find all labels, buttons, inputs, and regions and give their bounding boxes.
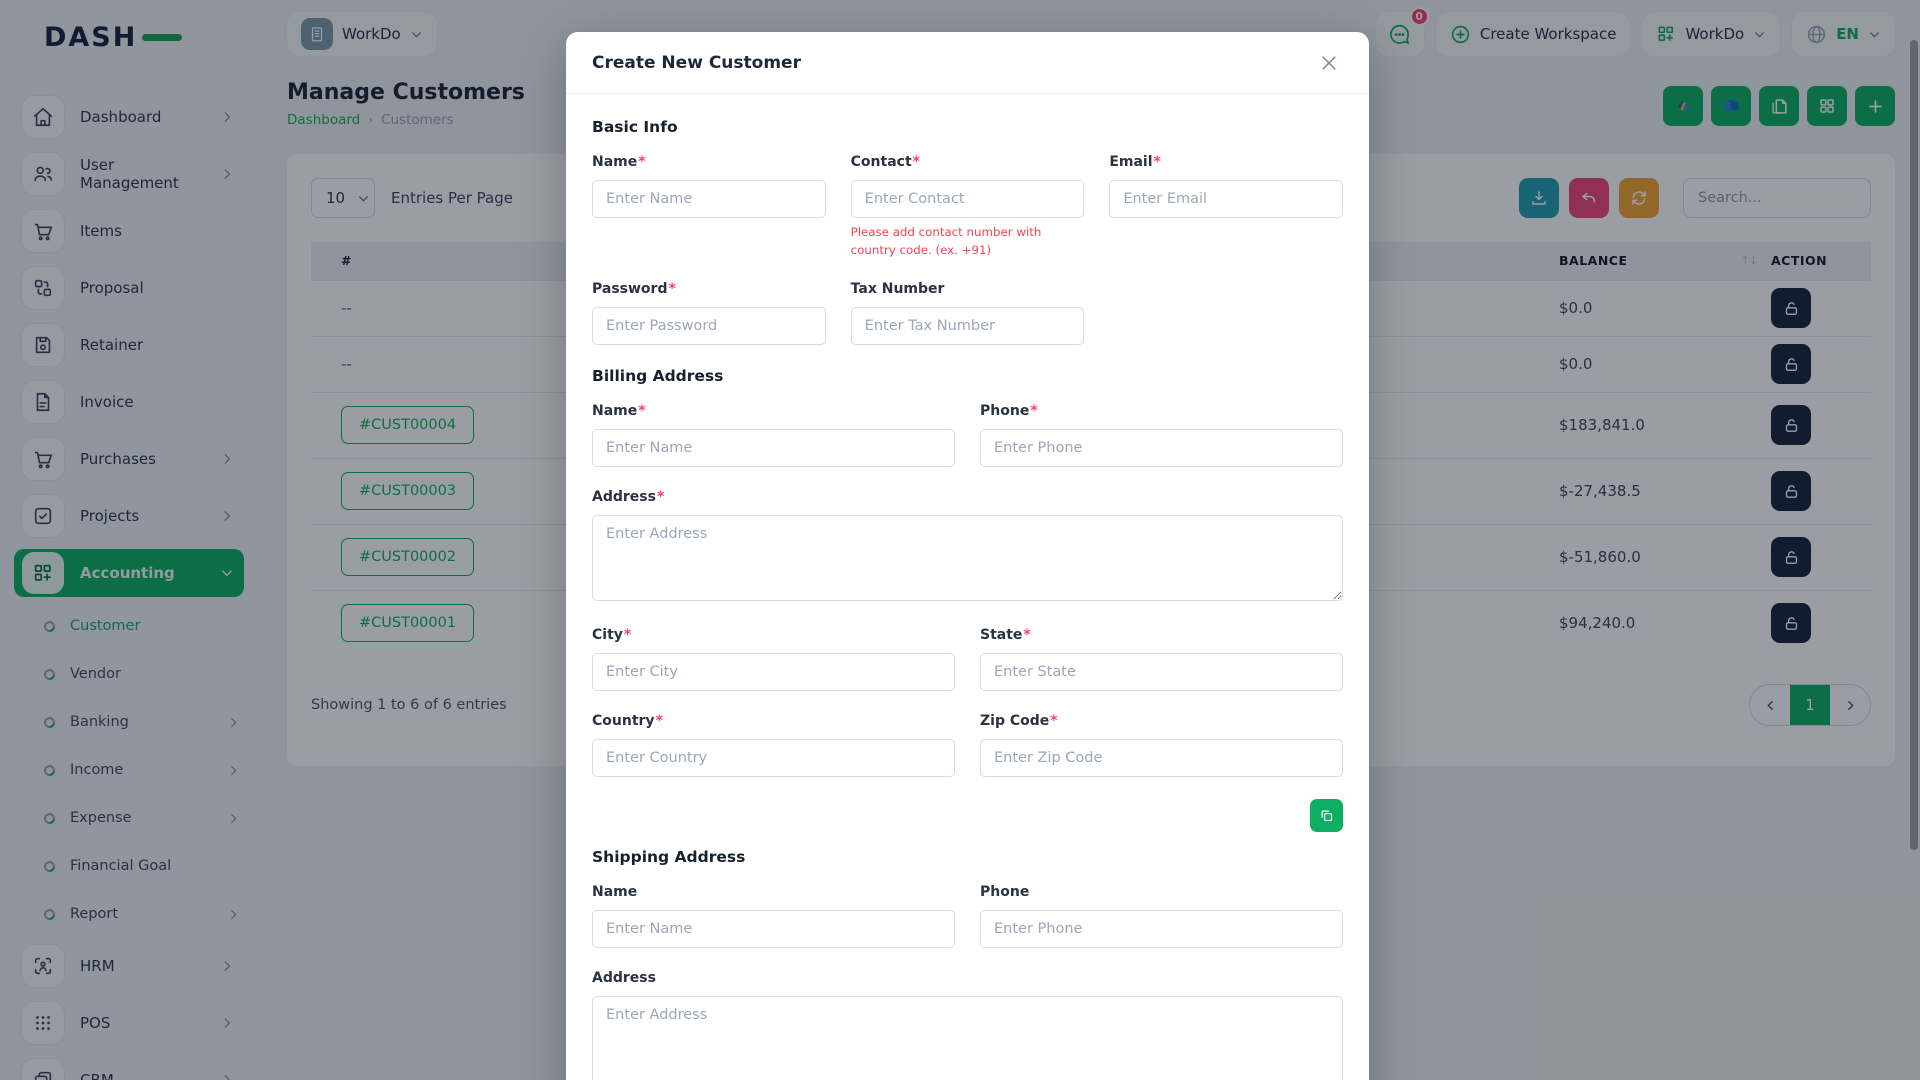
billing-name-input[interactable] xyxy=(592,429,955,467)
modal-header: Create New Customer xyxy=(566,32,1369,94)
contact-hint: Please add contact number with country c… xyxy=(851,224,1085,259)
field-tax-number: Tax Number xyxy=(851,281,1085,345)
billing-address-textarea[interactable] xyxy=(592,515,1343,601)
required-mark: * xyxy=(913,154,920,170)
tax-number-input[interactable] xyxy=(851,307,1085,345)
create-customer-modal: Create New Customer Basic Info Name* Con… xyxy=(566,32,1369,1080)
field-billing-state: State* xyxy=(980,627,1343,691)
required-mark: * xyxy=(657,489,664,505)
close-button[interactable] xyxy=(1315,49,1343,77)
field-shipping-phone: Phone xyxy=(980,884,1343,948)
field-contact: Contact* Please add contact number with … xyxy=(851,154,1085,259)
required-mark: * xyxy=(1154,154,1161,170)
name-input[interactable] xyxy=(592,180,826,218)
section-shipping-address: Shipping Address xyxy=(592,848,1343,866)
required-mark: * xyxy=(1030,403,1037,419)
required-mark: * xyxy=(1050,713,1057,729)
modal-title: Create New Customer xyxy=(592,53,801,73)
billing-city-input[interactable] xyxy=(592,653,955,691)
billing-phone-input[interactable] xyxy=(980,429,1343,467)
field-shipping-address: Address xyxy=(592,970,1343,1080)
field-billing-country: Country* xyxy=(592,713,955,777)
billing-zip-input[interactable] xyxy=(980,739,1343,777)
modal-body: Basic Info Name* Contact* Please add con… xyxy=(566,94,1369,1080)
field-billing-phone: Phone* xyxy=(980,403,1343,467)
contact-input[interactable] xyxy=(851,180,1085,218)
shipping-name-input[interactable] xyxy=(592,910,955,948)
field-email: Email* xyxy=(1109,154,1343,259)
close-icon xyxy=(1319,53,1339,73)
required-mark: * xyxy=(1023,627,1030,643)
shipping-address-textarea[interactable] xyxy=(592,996,1343,1080)
field-billing-city: City* xyxy=(592,627,955,691)
required-mark: * xyxy=(638,154,645,170)
billing-country-input[interactable] xyxy=(592,739,955,777)
app-root: DASH Dashboard User Management Items Pro… xyxy=(0,0,1920,1080)
field-billing-name: Name* xyxy=(592,403,955,467)
required-mark: * xyxy=(656,713,663,729)
field-password: Password* xyxy=(592,281,826,345)
required-mark: * xyxy=(624,627,631,643)
copy-icon xyxy=(1319,808,1334,823)
email-input[interactable] xyxy=(1109,180,1343,218)
billing-state-input[interactable] xyxy=(980,653,1343,691)
field-billing-address: Address* xyxy=(592,489,1343,605)
required-mark: * xyxy=(638,403,645,419)
copy-billing-to-shipping-button[interactable] xyxy=(1310,799,1343,832)
field-billing-zip: Zip Code* xyxy=(980,713,1343,777)
required-mark: * xyxy=(668,281,675,297)
shipping-phone-input[interactable] xyxy=(980,910,1343,948)
section-basic-info: Basic Info xyxy=(592,118,1343,136)
field-shipping-name: Name xyxy=(592,884,955,948)
password-input[interactable] xyxy=(592,307,826,345)
section-billing-address: Billing Address xyxy=(592,367,1343,385)
field-name: Name* xyxy=(592,154,826,259)
